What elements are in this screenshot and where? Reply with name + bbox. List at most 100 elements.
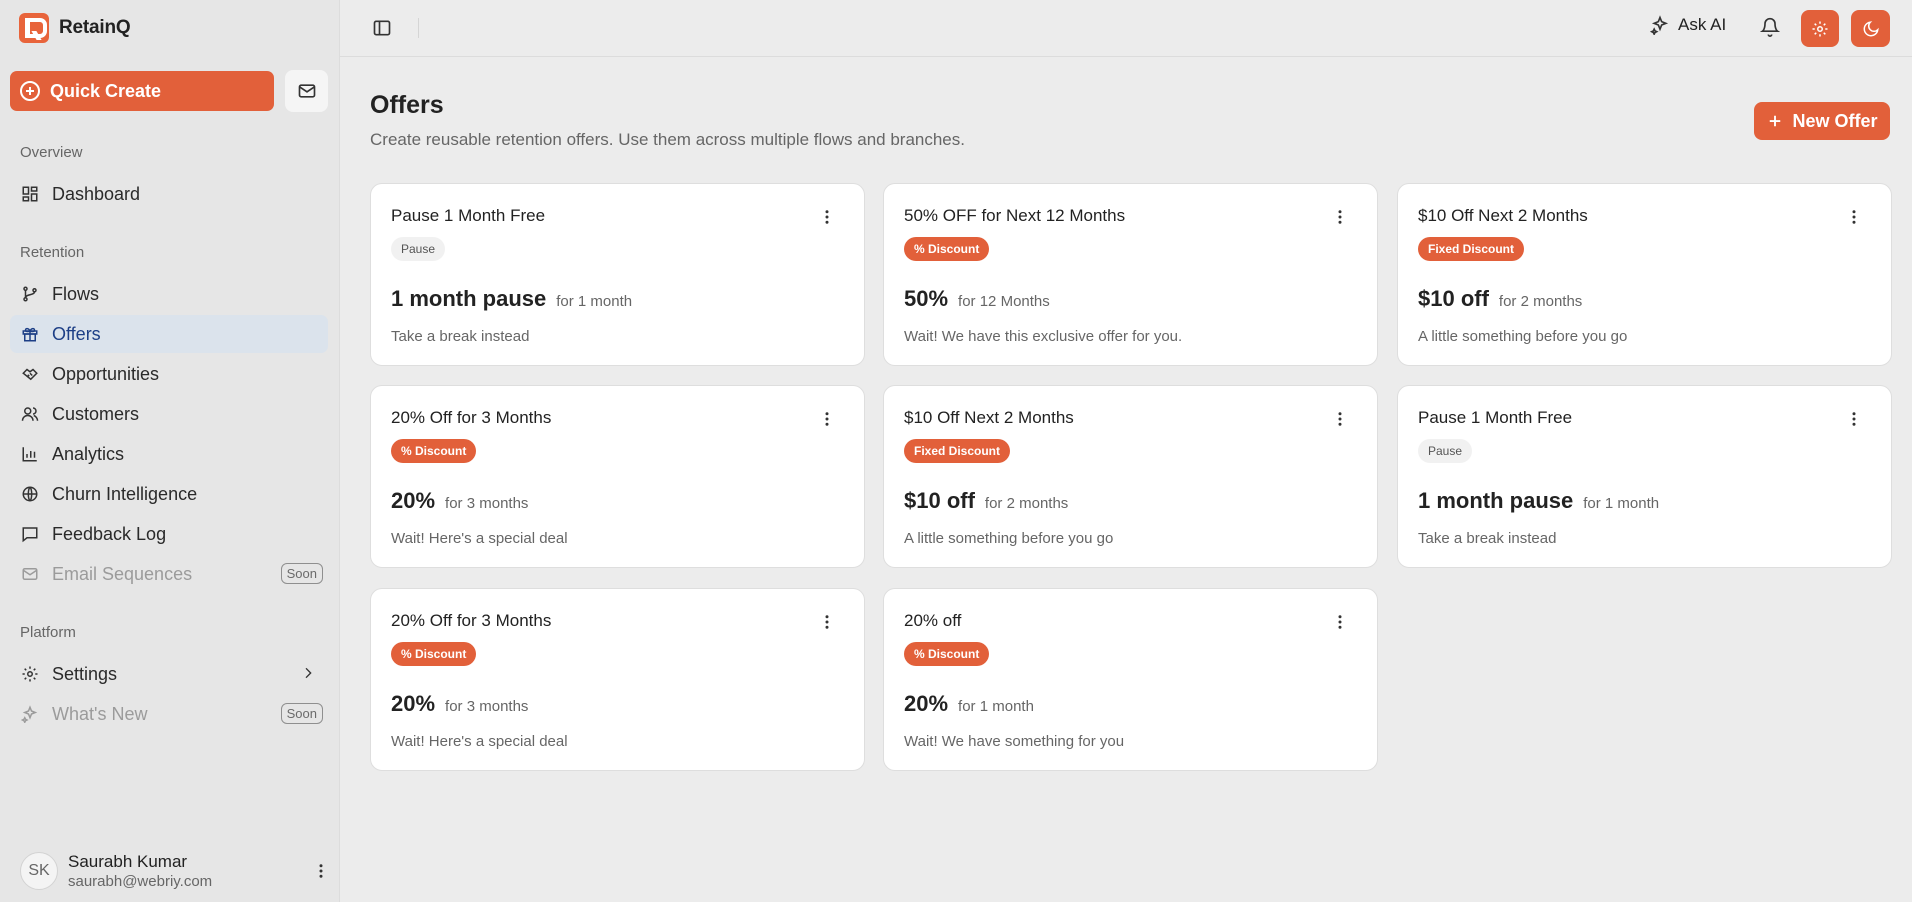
sidebar-item-label: Email Sequences: [52, 563, 193, 584]
offer-type-badge: % Discount: [904, 642, 990, 666]
offer-title: 20% Off for 3 Months: [391, 611, 552, 630]
offer-card[interactable]: Pause 1 Month Free Pause 1 month pause f…: [1397, 385, 1892, 568]
sidebar-item-flows[interactable]: Flows: [10, 275, 328, 313]
offer-value-line: $10 off for 2 months: [904, 488, 1068, 514]
offer-duration: for 3 months: [445, 495, 529, 512]
new-offer-button[interactable]: New Offer: [1754, 102, 1890, 140]
offer-card[interactable]: $10 Off Next 2 Months Fixed Discount $10…: [883, 385, 1378, 568]
more-vertical-icon[interactable]: [312, 862, 330, 885]
offer-title: 50% OFF for Next 12 Months: [904, 206, 1126, 225]
offer-value: 50%: [904, 286, 949, 311]
offer-value: 1 month pause: [391, 286, 547, 311]
sidebar-item-settings[interactable]: Settings: [10, 655, 328, 693]
avatar: SK: [20, 852, 58, 890]
offer-duration: for 2 months: [984, 495, 1069, 512]
ask-ai-button[interactable]: Ask AI: [1650, 15, 1726, 35]
mail-icon: [298, 84, 315, 98]
offer-card[interactable]: 20% Off for 3 Months % Discount 20% for …: [370, 385, 865, 568]
ask-ai-label: Ask AI: [1678, 15, 1727, 34]
chevron-right-icon: [300, 665, 316, 686]
sidebar-item-label: Offers: [52, 323, 101, 344]
mail-icon: [20, 564, 40, 584]
sparkles-icon: [20, 704, 40, 724]
offer-card[interactable]: Pause 1 Month Free Pause 1 month pause f…: [370, 183, 865, 366]
offer-duration: for 1 month: [958, 698, 1034, 715]
git-branch-icon: [20, 284, 40, 304]
dashboard-icon: [20, 184, 40, 204]
offer-duration: for 1 month: [1583, 495, 1660, 512]
section-platform: Platform: [20, 624, 76, 641]
divider: [418, 18, 419, 38]
more-vertical-icon[interactable]: [818, 208, 836, 231]
bell-icon[interactable]: [1759, 17, 1781, 42]
retainq-logo: [19, 13, 49, 43]
offer-duration: for 1 month: [556, 293, 633, 310]
more-vertical-icon[interactable]: [818, 410, 836, 433]
more-vertical-icon[interactable]: [818, 613, 836, 636]
offer-value: $10 off: [1418, 286, 1489, 311]
offer-type-badge: Pause: [1418, 439, 1473, 463]
offer-description: Wait! We have something for you: [904, 733, 1125, 750]
bar-chart-icon: [20, 444, 40, 464]
quick-create-button[interactable]: Quick Create: [10, 71, 274, 111]
offer-value: 20%: [391, 691, 436, 716]
brand[interactable]: RetainQ: [19, 13, 131, 43]
more-vertical-icon[interactable]: [1331, 208, 1349, 231]
offer-title: $10 Off Next 2 Months: [904, 408, 1074, 427]
offer-card[interactable]: 20% off % Discount 20% for 1 month Wait!…: [883, 588, 1378, 771]
sidebar-item-label: Dashboard: [52, 183, 141, 204]
offer-value: 1 month pause: [1418, 488, 1574, 513]
offer-title: Pause 1 Month Free: [1418, 408, 1573, 427]
more-vertical-icon[interactable]: [1331, 410, 1349, 433]
sidebar-item-label: Opportunities: [52, 363, 160, 384]
offer-card[interactable]: $10 Off Next 2 Months Fixed Discount $10…: [1397, 183, 1892, 366]
handshake-icon: [20, 364, 40, 384]
theme-toggle-button[interactable]: [1851, 10, 1890, 47]
sidebar-item-opportunities[interactable]: Opportunities: [10, 355, 328, 393]
sidebar-item-offers[interactable]: Offers: [10, 315, 328, 353]
offer-value-line: 1 month pause for 1 month: [1418, 488, 1659, 514]
plus-icon: [1770, 115, 1781, 127]
offer-description: A little something before you go: [904, 530, 1114, 547]
more-vertical-icon[interactable]: [1331, 613, 1349, 636]
user-email: saurabh@webriy.com: [68, 873, 213, 890]
sidebar-item-churn-intelligence[interactable]: Churn Intelligence: [10, 475, 328, 513]
offer-value-line: 20% for 1 month: [904, 691, 1034, 717]
inbox-button[interactable]: [285, 70, 328, 112]
soon-badge: Soon: [280, 563, 323, 584]
sidebar-item-label: Settings: [52, 663, 118, 684]
sidebar-item-analytics[interactable]: Analytics: [10, 435, 328, 473]
section-overview: Overview: [20, 144, 83, 161]
user-info: Saurabh Kumar saurabh@webriy.com: [68, 852, 212, 890]
page-subtitle: Create reusable retention offers. Use th…: [370, 130, 965, 149]
gear-icon: [1812, 21, 1828, 36]
more-vertical-icon[interactable]: [1845, 410, 1863, 433]
offer-duration: for 2 months: [1498, 293, 1583, 310]
sidebar-item-email-sequences: Email Sequences Soon: [10, 555, 328, 593]
settings-button[interactable]: [1801, 10, 1839, 47]
offer-value-line: 1 month pause for 1 month: [391, 286, 632, 312]
offer-card[interactable]: 20% Off for 3 Months % Discount 20% for …: [370, 588, 865, 771]
sidebar-item-label: Churn Intelligence: [52, 483, 198, 504]
gear-icon: [20, 664, 40, 684]
sidebar-item-feedback-log[interactable]: Feedback Log: [10, 515, 328, 553]
plus-circle-icon: [20, 81, 40, 101]
sidebar-item-dashboard[interactable]: Dashboard: [10, 175, 328, 213]
offer-type-badge: % Discount: [391, 439, 477, 463]
offer-title: 20% Off for 3 Months: [391, 408, 552, 427]
offer-title: $10 Off Next 2 Months: [1418, 206, 1588, 225]
sidebar-toggle-icon[interactable]: [372, 18, 392, 43]
more-vertical-icon[interactable]: [1845, 208, 1863, 231]
sidebar-item-customers[interactable]: Customers: [10, 395, 328, 433]
offer-value: 20%: [904, 691, 949, 716]
soon-badge: Soon: [280, 703, 323, 724]
offer-type-badge: % Discount: [904, 237, 990, 261]
offer-card[interactable]: 50% OFF for Next 12 Months % Discount 50…: [883, 183, 1378, 366]
user-profile[interactable]: SK Saurabh Kumar saurabh@webriy.com: [20, 850, 330, 892]
new-offer-label: New Offer: [1792, 110, 1878, 131]
globe-icon: [20, 484, 40, 504]
offer-value: $10 off: [904, 488, 975, 513]
offer-description: Wait! Here's a special deal: [391, 733, 568, 750]
offer-duration: for 12 Months: [958, 293, 1050, 310]
offer-value-line: $10 off for 2 months: [1418, 286, 1582, 312]
